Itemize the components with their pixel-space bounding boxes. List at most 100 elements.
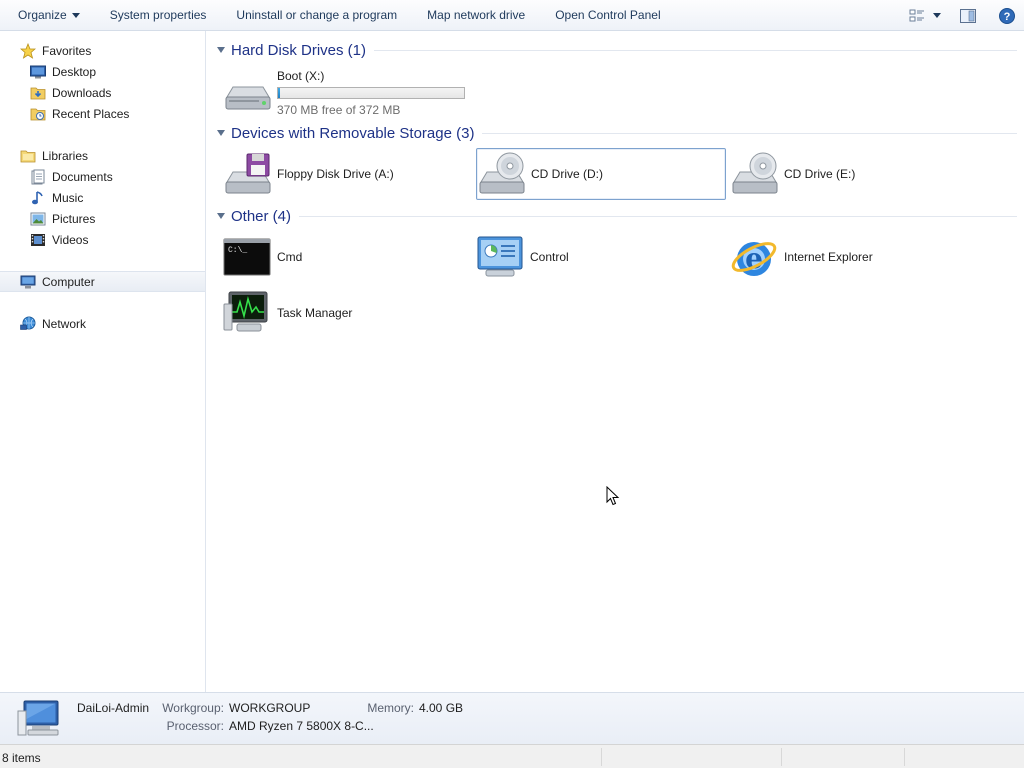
nav-pictures[interactable]: Pictures	[0, 208, 205, 229]
change-view-button[interactable]	[906, 0, 928, 31]
nav-favorites-label: Favorites	[42, 43, 92, 58]
group-removable-storage[interactable]: Devices with Removable Storage (3)	[217, 122, 1017, 144]
nav-desktop[interactable]: Desktop	[0, 61, 205, 82]
drive-cd-e[interactable]: CD Drive (E:)	[730, 148, 980, 200]
workgroup-label: Workgroup:	[162, 701, 224, 715]
drive-boot-x[interactable]: Boot (X:) 370 MB free of 372 MB	[223, 67, 473, 117]
content-pane: Hard Disk Drives (1) Boot (X:) 370 MB fr…	[207, 31, 1024, 692]
nav-network[interactable]: Network	[0, 313, 205, 334]
nav-music-label: Music	[52, 190, 84, 205]
collapse-arrow-icon	[217, 213, 225, 219]
chevron-down-icon	[71, 12, 80, 18]
documents-icon	[30, 169, 46, 185]
nav-libraries-label: Libraries	[42, 148, 89, 163]
item-control-label: Control	[530, 250, 569, 264]
processor-value: AMD Ryzen 7 5800X 8-C...	[229, 719, 374, 733]
drive-floppy-a[interactable]: Floppy Disk Drive (A:)	[223, 148, 473, 200]
organize-button[interactable]: Organize	[0, 0, 95, 31]
svg-text:C:\_: C:\_	[228, 246, 247, 255]
status-bar: 8 items	[0, 744, 1024, 768]
group-divider	[374, 49, 1017, 51]
recent-places-icon	[30, 106, 46, 122]
star-icon	[20, 42, 36, 59]
open-control-panel-button[interactable]: Open Control Panel	[540, 0, 675, 31]
help-button[interactable]: ?	[990, 0, 1024, 31]
details-pane: DaiLoi-Admin Workgroup: WORKGROUP Memory…	[0, 692, 1024, 744]
nav-downloads[interactable]: Downloads	[0, 82, 205, 103]
music-note-icon	[30, 190, 46, 206]
item-task-manager[interactable]: Task Manager	[223, 287, 473, 339]
computer-icon	[17, 700, 59, 736]
downloads-folder-icon	[30, 85, 46, 101]
item-count: 8 items	[2, 751, 41, 765]
group-hard-disk-drives[interactable]: Hard Disk Drives (1)	[217, 39, 1017, 61]
map-network-drive-button[interactable]: Map network drive	[412, 0, 540, 31]
network-icon	[20, 316, 36, 332]
nav-network-label: Network	[42, 316, 87, 331]
drive-usage-fill	[278, 88, 280, 98]
drive-floppy-label: Floppy Disk Drive (A:)	[277, 167, 394, 181]
computer-name: DaiLoi-Admin	[77, 701, 150, 715]
workgroup-value: WORKGROUP	[229, 701, 311, 715]
svg-text:?: ?	[1004, 11, 1011, 23]
videos-icon	[30, 232, 46, 248]
organize-label: Organize	[18, 7, 67, 22]
memory-value: 4.00 GB	[419, 701, 464, 715]
nav-computer[interactable]: Computer	[0, 271, 205, 292]
nav-downloads-label: Downloads	[52, 85, 112, 100]
nav-favorites[interactable]: Favorites	[0, 40, 205, 61]
view-list-icon	[909, 9, 924, 21]
system-properties-button[interactable]: System properties	[95, 0, 222, 31]
status-divider	[781, 748, 782, 766]
nav-documents[interactable]: Documents	[0, 166, 205, 187]
command-prompt-icon: C:\_	[223, 233, 271, 281]
command-bar: Organize System properties Uninstall or …	[0, 0, 1024, 31]
internet-explorer-icon: e	[730, 233, 778, 281]
control-panel-icon	[476, 233, 524, 281]
nav-computer-label: Computer	[42, 274, 95, 289]
computer-icon	[20, 274, 36, 290]
item-cmd[interactable]: C:\_ Cmd	[223, 231, 473, 283]
pictures-icon	[30, 211, 46, 227]
item-task-manager-label: Task Manager	[277, 306, 353, 320]
preview-pane-icon	[960, 8, 976, 23]
drive-cd-d-label: CD Drive (D:)	[531, 167, 603, 181]
nav-libraries[interactable]: Libraries	[0, 145, 205, 166]
group-divider	[299, 215, 1017, 217]
item-internet-explorer[interactable]: e Internet Explorer	[730, 231, 980, 283]
drive-boot-label: Boot (X:)	[277, 69, 325, 83]
navigation-pane: Favorites Desktop Downloads Recent Place…	[0, 31, 206, 692]
memory-label: Memory:	[367, 701, 414, 715]
preview-pane-button[interactable]	[946, 0, 990, 31]
uninstall-program-button[interactable]: Uninstall or change a program	[221, 0, 412, 31]
item-control[interactable]: Control	[476, 231, 726, 283]
group-removable-title: Devices with Removable Storage (3)	[231, 124, 475, 142]
cd-drive-icon	[730, 150, 778, 198]
nav-music[interactable]: Music	[0, 187, 205, 208]
nav-videos[interactable]: Videos	[0, 229, 205, 250]
hard-drive-icon	[223, 71, 271, 119]
drive-usage-bar	[277, 87, 465, 99]
libraries-icon	[20, 148, 36, 164]
drive-cd-e-label: CD Drive (E:)	[784, 167, 856, 181]
nav-desktop-label: Desktop	[52, 64, 97, 79]
floppy-drive-icon	[223, 150, 271, 198]
view-options-button[interactable]	[928, 0, 946, 31]
nav-videos-label: Videos	[52, 232, 89, 247]
cd-drive-icon	[477, 150, 525, 198]
status-divider	[904, 748, 905, 766]
nav-recent-places-label: Recent Places	[52, 106, 130, 121]
chevron-down-icon	[933, 13, 941, 18]
nav-documents-label: Documents	[52, 169, 113, 184]
drive-cd-d[interactable]: CD Drive (D:)	[476, 148, 726, 200]
nav-recent-places[interactable]: Recent Places	[0, 103, 205, 124]
group-other[interactable]: Other (4)	[217, 205, 1017, 227]
item-cmd-label: Cmd	[277, 250, 303, 264]
help-icon: ?	[999, 7, 1015, 24]
group-divider	[482, 132, 1017, 134]
nav-pictures-label: Pictures	[52, 211, 96, 226]
task-manager-icon	[223, 289, 271, 337]
collapse-arrow-icon	[217, 47, 225, 53]
mouse-cursor-icon	[606, 486, 620, 506]
processor-label: Processor:	[166, 719, 224, 733]
